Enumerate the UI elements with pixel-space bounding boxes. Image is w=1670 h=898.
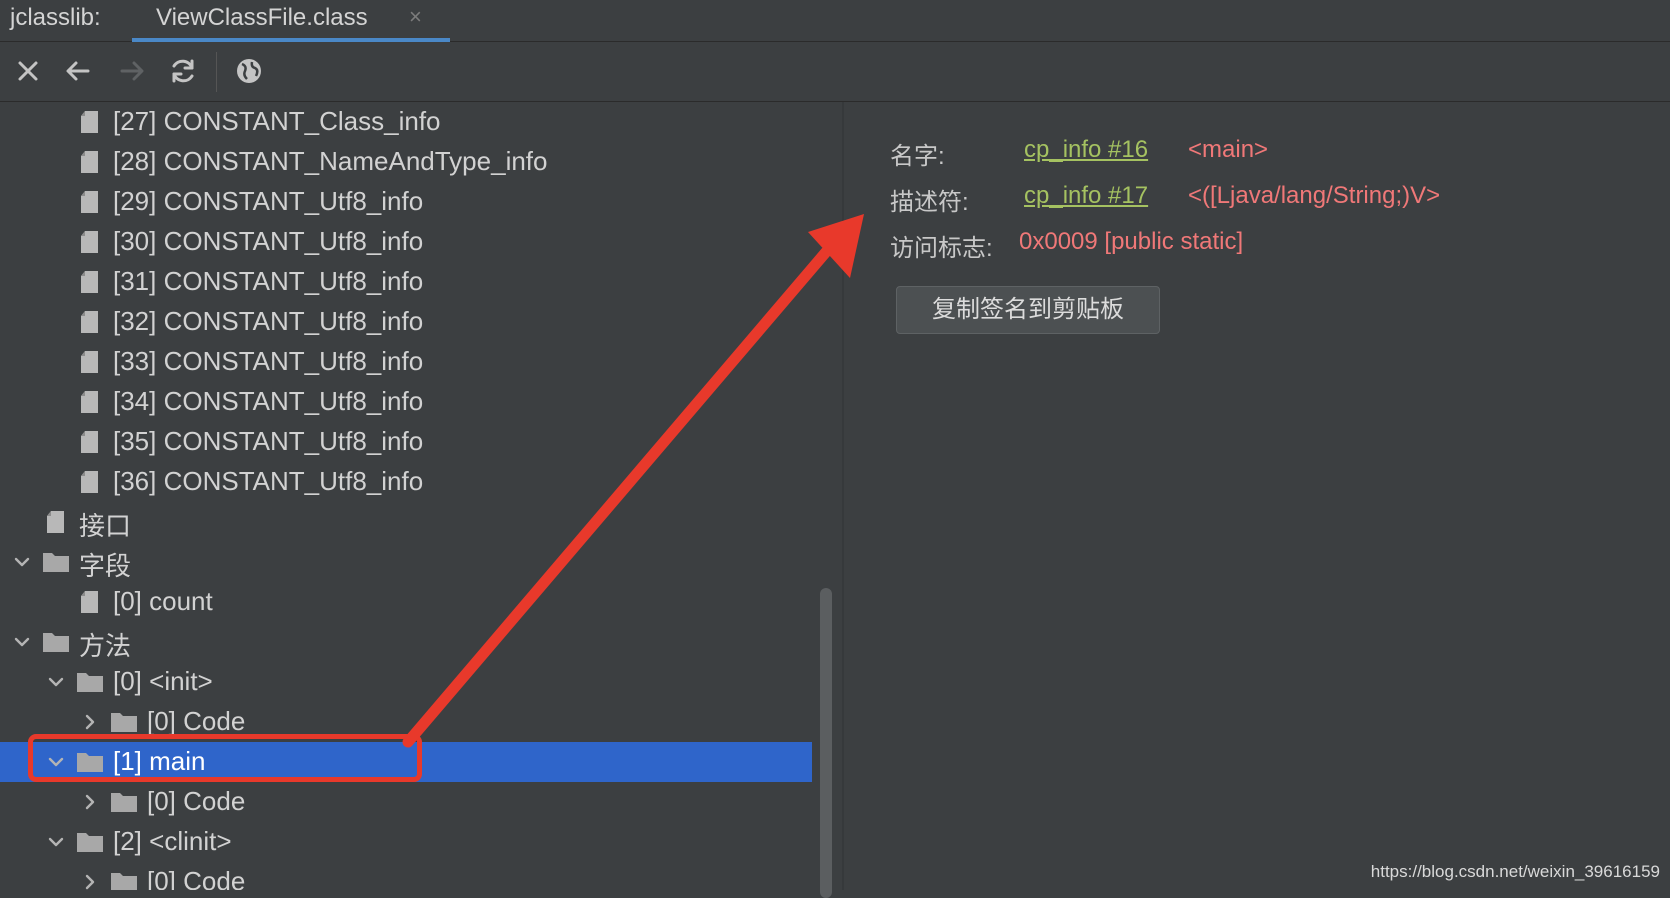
tree-row[interactable]: [29] CONSTANT_Utf8_info	[0, 182, 812, 222]
folder-icon	[110, 868, 138, 890]
tree-row-label: [32] CONSTANT_Utf8_info	[113, 306, 424, 336]
folder-icon	[76, 828, 104, 856]
close-icon	[18, 61, 38, 81]
detail-panel: 名字: cp_info #16 <main> 描述符: cp_info #17 …	[844, 102, 1670, 890]
access-flags-value: 0x0009 [public static]	[1019, 228, 1244, 255]
tree-row-label: [0] Code	[147, 786, 246, 816]
name-value: <main>	[1188, 136, 1269, 163]
forward-button[interactable]	[115, 54, 149, 88]
close-button[interactable]	[11, 54, 45, 88]
tree-row-label: [29] CONSTANT_Utf8_info	[113, 186, 424, 216]
tree-row[interactable]: [0] Code	[0, 782, 812, 822]
descriptor-cp-link[interactable]: cp_info #17	[1024, 182, 1148, 210]
chevron-down-icon[interactable]	[46, 832, 66, 852]
tree-row-label: [31] CONSTANT_Utf8_info	[113, 266, 424, 296]
tree-row[interactable]: [28] CONSTANT_NameAndType_info	[0, 142, 812, 182]
globe-icon	[237, 59, 261, 83]
arrow-left-icon	[66, 61, 90, 81]
chevron-down-icon[interactable]	[12, 632, 32, 652]
refresh-button[interactable]	[166, 54, 200, 88]
tree-row[interactable]: [35] CONSTANT_Utf8_info	[0, 422, 812, 462]
tab-close-icon[interactable]: ×	[409, 4, 422, 30]
tree-row[interactable]: [31] CONSTANT_Utf8_info	[0, 262, 812, 302]
file-icon	[76, 148, 104, 176]
tree-scrollbar[interactable]	[820, 588, 836, 898]
folder-icon	[42, 628, 70, 656]
descriptor-value: <([Ljava/lang/String;)V>	[1188, 182, 1441, 209]
tree-row[interactable]: 方法	[0, 622, 812, 662]
file-icon	[42, 508, 70, 536]
chevron-right-icon[interactable]	[80, 712, 100, 732]
file-icon	[76, 468, 104, 496]
file-icon	[76, 228, 104, 256]
tab-viewclassfile[interactable]: ViewClassFile.class ×	[132, 0, 450, 42]
toolbar-separator	[216, 52, 217, 92]
file-icon	[76, 188, 104, 216]
tree-scrollbar-thumb[interactable]	[820, 588, 832, 898]
folder-icon	[110, 788, 138, 816]
tree-row-label: [27] CONSTANT_Class_info	[113, 106, 441, 136]
name-cp-link[interactable]: cp_info #16	[1024, 136, 1148, 164]
tree-row[interactable]: [34] CONSTANT_Utf8_info	[0, 382, 812, 422]
tree-row[interactable]: [30] CONSTANT_Utf8_info	[0, 222, 812, 262]
folder-icon	[76, 668, 104, 696]
chevron-right-icon[interactable]	[80, 872, 100, 890]
chevron-down-icon[interactable]	[12, 552, 32, 572]
descriptor-label: 描述符:	[890, 189, 969, 216]
tree-row-label: [34] CONSTANT_Utf8_info	[113, 386, 424, 416]
arrow-right-icon	[120, 61, 144, 81]
tree-row[interactable]: [32] CONSTANT_Utf8_info	[0, 302, 812, 342]
file-icon	[76, 268, 104, 296]
tree-row-label: [30] CONSTANT_Utf8_info	[113, 226, 424, 256]
tree-row[interactable]: 字段	[0, 542, 812, 582]
watermark-text: https://blog.csdn.net/weixin_39616159	[1370, 862, 1660, 881]
tree-row-label: 方法	[79, 631, 132, 661]
file-icon	[76, 388, 104, 416]
tree-row-label: [2] <clinit>	[113, 826, 232, 856]
tree-row[interactable]: [0] <init>	[0, 662, 812, 702]
tree-row-label: [28] CONSTANT_NameAndType_info	[113, 146, 548, 176]
tree-row[interactable]: 接口	[0, 502, 812, 542]
tree-row[interactable]: [0] count	[0, 582, 812, 622]
access-flags-label: 访问标志:	[890, 235, 993, 262]
tree-row-label: [36] CONSTANT_Utf8_info	[113, 466, 424, 496]
file-icon	[76, 308, 104, 336]
tree-row[interactable]: [27] CONSTANT_Class_info	[0, 102, 812, 142]
file-icon	[76, 348, 104, 376]
tree-row-label: [35] CONSTANT_Utf8_info	[113, 426, 424, 456]
toolbar	[0, 42, 1670, 102]
tree-row[interactable]: [36] CONSTANT_Utf8_info	[0, 462, 812, 502]
tab-prefix: jclasslib:	[10, 4, 101, 31]
file-icon	[76, 428, 104, 456]
file-icon	[76, 588, 104, 616]
tree-row-label: [0] <init>	[113, 666, 213, 696]
chevron-right-icon[interactable]	[80, 792, 100, 812]
file-icon	[76, 108, 104, 136]
tab-label: ViewClassFile.class	[156, 4, 368, 31]
chevron-down-icon[interactable]	[46, 672, 66, 692]
tree-row[interactable]: [0] Code	[0, 862, 812, 890]
tree-row[interactable]: [33] CONSTANT_Utf8_info	[0, 342, 812, 382]
annotation-highlight-box	[28, 734, 422, 782]
name-label: 名字:	[890, 143, 945, 170]
copy-signature-button[interactable]: 复制签名到剪贴板	[896, 286, 1160, 334]
tree-row-label: [0] count	[113, 586, 213, 616]
tree-row-label: [0] Code	[147, 706, 246, 736]
folder-icon	[42, 548, 70, 576]
tree-row-label: 字段	[79, 551, 132, 581]
tree-row-label: [0] Code	[147, 866, 246, 890]
refresh-icon	[172, 59, 194, 83]
editor-tab-bar: jclasslib: ViewClassFile.class ×	[0, 0, 1670, 42]
tree-row-label: [33] CONSTANT_Utf8_info	[113, 346, 424, 376]
tree-row[interactable]: [2] <clinit>	[0, 822, 812, 862]
back-button[interactable]	[61, 54, 95, 88]
folder-icon	[110, 708, 138, 736]
tree-row-label: 接口	[79, 511, 132, 541]
web-button[interactable]	[232, 54, 266, 88]
